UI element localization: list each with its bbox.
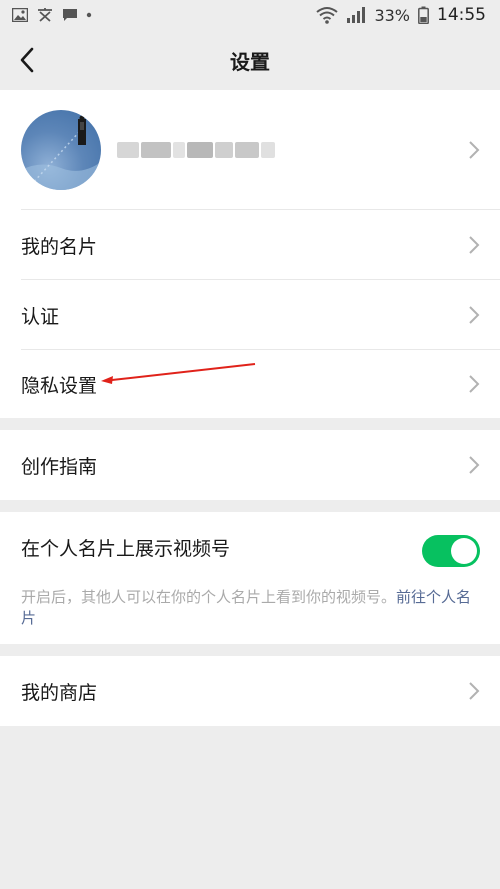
- status-bar: 33% 14:55: [0, 0, 500, 30]
- show-on-card-toggle[interactable]: [422, 535, 480, 567]
- avatar-image: [21, 115, 101, 190]
- my-store-label: 我的商店: [21, 681, 98, 704]
- back-arrow-icon: [20, 47, 34, 73]
- chevron-right-icon: [469, 141, 480, 159]
- my-store-row[interactable]: 我的商店: [0, 656, 500, 726]
- profile-settings-group: 我的名片 认证 隐私设置: [0, 90, 500, 418]
- avatar: [21, 110, 101, 190]
- wifi-icon: [316, 6, 339, 24]
- settings-page: 33% 14:55 设置 我的名片 认证 隐私设置 创作指南 在个人名片上展示视…: [0, 0, 500, 889]
- my-card-row[interactable]: 我的名片: [0, 210, 500, 280]
- nav-bar: 设置: [0, 30, 500, 90]
- creation-guide-group: 创作指南: [0, 430, 500, 500]
- chevron-right-icon: [469, 306, 480, 324]
- show-on-card-label: 在个人名片上展示视频号: [21, 537, 231, 560]
- description-text: 开启后，其他人可以在你的个人名片上看到你的视频号。: [21, 588, 397, 606]
- text-notification-icon: [36, 7, 54, 23]
- chevron-right-icon: [469, 456, 480, 474]
- chevron-right-icon: [469, 682, 480, 700]
- privacy-settings-label: 隐私设置: [21, 374, 98, 397]
- privacy-settings-row[interactable]: 隐私设置: [0, 350, 500, 418]
- page-title: 设置: [230, 49, 270, 74]
- gallery-notification-icon: [12, 8, 28, 22]
- status-bar-right: 33% 14:55: [316, 5, 486, 25]
- creation-guide-row[interactable]: 创作指南: [0, 430, 500, 500]
- more-notifications-dot-icon: [86, 12, 92, 18]
- status-bar-left: [12, 7, 92, 23]
- clock-time: 14:55: [437, 5, 486, 25]
- message-notification-icon: [62, 8, 78, 23]
- my-store-group: 我的商店: [0, 656, 500, 726]
- profile-name-blurred: [117, 142, 275, 158]
- show-on-card-description: 开启后，其他人可以在你的个人名片上看到你的视频号。前往个人名片: [21, 587, 483, 629]
- verification-row[interactable]: 认证: [0, 280, 500, 350]
- battery-percent: 33%: [374, 5, 410, 25]
- battery-icon: [418, 6, 429, 24]
- my-card-label: 我的名片: [21, 235, 98, 258]
- back-button[interactable]: [12, 44, 42, 76]
- toggle-knob: [451, 538, 477, 564]
- profile-row[interactable]: [0, 90, 500, 210]
- chevron-right-icon: [469, 236, 480, 254]
- verification-label: 认证: [21, 305, 60, 328]
- creation-guide-label: 创作指南: [21, 455, 98, 478]
- show-on-card-group: 在个人名片上展示视频号 开启后，其他人可以在你的个人名片上看到你的视频号。前往个…: [0, 512, 500, 644]
- signal-icon: [346, 6, 366, 24]
- chevron-right-icon: [469, 375, 480, 393]
